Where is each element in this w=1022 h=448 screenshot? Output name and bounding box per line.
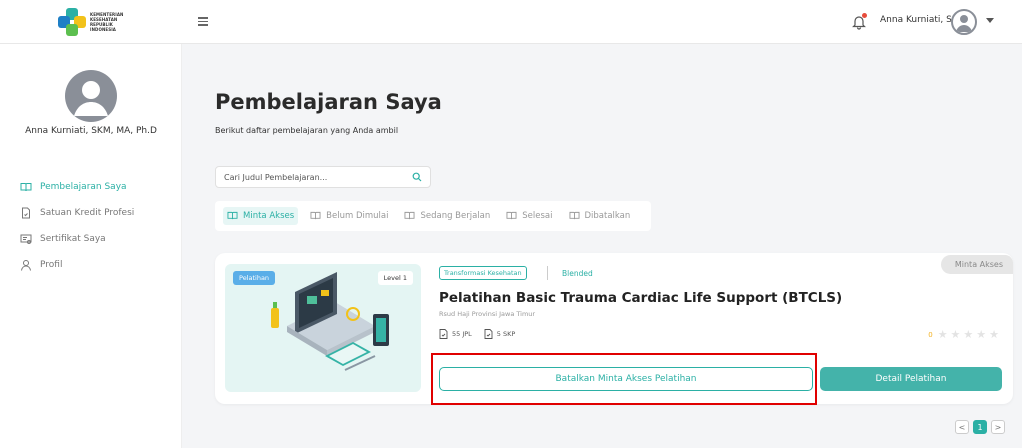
logo-mark-icon [58, 8, 86, 36]
tab-selesai[interactable]: Selesai [502, 207, 556, 225]
sidebar-item-sertifikat-saya[interactable]: Sertifikat Saya [20, 226, 134, 252]
sidebar-item-satuan-kredit-profesi[interactable]: Satuan Kredit Profesi [20, 200, 134, 226]
skp-info: 5 SKP [484, 329, 516, 339]
sidebar-item-label: Profil [40, 260, 63, 270]
tab-belum-dimulai[interactable]: Belum Dimulai [306, 207, 392, 225]
tab-label: Minta Akses [243, 211, 295, 221]
star-icon: ★★★★★ [937, 328, 1002, 341]
book-open-icon [569, 211, 579, 220]
mode-tag: Blended [562, 269, 593, 278]
category-tag: Transformasi Kesehatan [439, 266, 527, 280]
sidebar-menu: Pembelajaran Saya Satuan Kredit Profesi … [20, 174, 134, 278]
page-subtitle: Berikut daftar pembelajaran yang Anda am… [215, 126, 399, 135]
tab-minta-akses[interactable]: Minta Akses [223, 207, 299, 225]
tab-sedang-berjalan[interactable]: Sedang Berjalan [400, 207, 494, 225]
kemenkes-logo[interactable]: KEMENTERIAN KESEHATAN REPUBLIK INDONESIA [58, 6, 138, 38]
sidebar: Anna Kurniati, SKM, MA, Ph.D Pembelajara… [0, 44, 182, 448]
jpl-value: 55 JPL [452, 330, 472, 338]
jpl-info: 55 JPL [439, 329, 472, 339]
notification-dot [862, 13, 867, 18]
book-open-icon [404, 211, 415, 220]
pagination: < 1 > [955, 420, 1005, 434]
document-icon [484, 329, 493, 339]
course-organizer: Rsud Haji Provinsi Jawa Timur [439, 310, 536, 318]
tab-label: Sedang Berjalan [420, 211, 491, 221]
user-icon [21, 260, 31, 271]
page-button-1[interactable]: 1 [973, 420, 987, 434]
sidebar-item-label: Sertifikat Saya [40, 234, 106, 244]
document-icon [22, 207, 30, 219]
search-icon[interactable] [412, 172, 422, 182]
course-title[interactable]: Pelatihan Basic Trauma Cardiac Life Supp… [439, 290, 842, 306]
document-icon [439, 329, 448, 339]
bell-icon[interactable] [852, 13, 867, 30]
sidebar-item-profil[interactable]: Profil [20, 252, 134, 278]
rating-value: 0 [928, 330, 933, 339]
laptop-illustration [271, 272, 389, 371]
tag-divider [547, 266, 548, 280]
avatar[interactable] [951, 9, 977, 35]
book-open-icon [310, 211, 321, 220]
certificate-icon [20, 234, 32, 244]
course-rating: 0 ★★★★★ [928, 328, 1002, 341]
status-badge: Minta Akses [940, 255, 1013, 274]
sidebar-item-pembelajaran-saya[interactable]: Pembelajaran Saya [20, 174, 134, 200]
logo-text: KEMENTERIAN KESEHATAN REPUBLIK INDONESIA [90, 12, 123, 32]
tab-dibatalkan[interactable]: Dibatalkan [565, 207, 635, 225]
book-open-icon [20, 183, 32, 192]
book-open-icon [227, 211, 238, 220]
search-placeholder: Cari Judul Pembelajaran... [224, 172, 328, 182]
hamburger-icon[interactable] [198, 17, 208, 26]
status-tabs: Minta Akses Belum Dimulai Sedang Berjala… [215, 201, 651, 231]
tab-label: Dibatalkan [584, 211, 631, 221]
book-open-icon [506, 211, 517, 220]
course-thumbnail[interactable]: Pelatihan Level 1 [225, 264, 421, 392]
profile-avatar [65, 70, 117, 122]
next-page-button[interactable]: > [991, 420, 1005, 434]
course-card: Pelatihan Level 1 Transformasi Kesehatan… [215, 253, 1013, 404]
logo-line: INDONESIA [90, 27, 117, 32]
tab-label: Selesai [522, 211, 553, 221]
top-bar: KEMENTERIAN KESEHATAN REPUBLIK INDONESIA… [0, 0, 1022, 44]
skp-value: 5 SKP [496, 330, 516, 338]
caret-down-icon[interactable] [986, 18, 994, 23]
sidebar-item-label: Satuan Kredit Profesi [40, 208, 135, 218]
course-meta: 55 JPL 5 SKP [439, 329, 515, 339]
tab-label: Belum Dimulai [326, 211, 389, 221]
sidebar-item-label: Pembelajaran Saya [40, 182, 127, 192]
course-detail-button[interactable]: Detail Pelatihan [820, 367, 1002, 391]
search-input[interactable]: Cari Judul Pembelajaran... [215, 166, 431, 188]
prev-page-button[interactable]: < [955, 420, 969, 434]
page-title: Pembelajaran Saya [215, 90, 442, 114]
cancel-access-button[interactable]: Batalkan Minta Akses Pelatihan [439, 367, 813, 391]
profile-name: Anna Kurniati, SKM, MA, Ph.D [25, 126, 157, 136]
